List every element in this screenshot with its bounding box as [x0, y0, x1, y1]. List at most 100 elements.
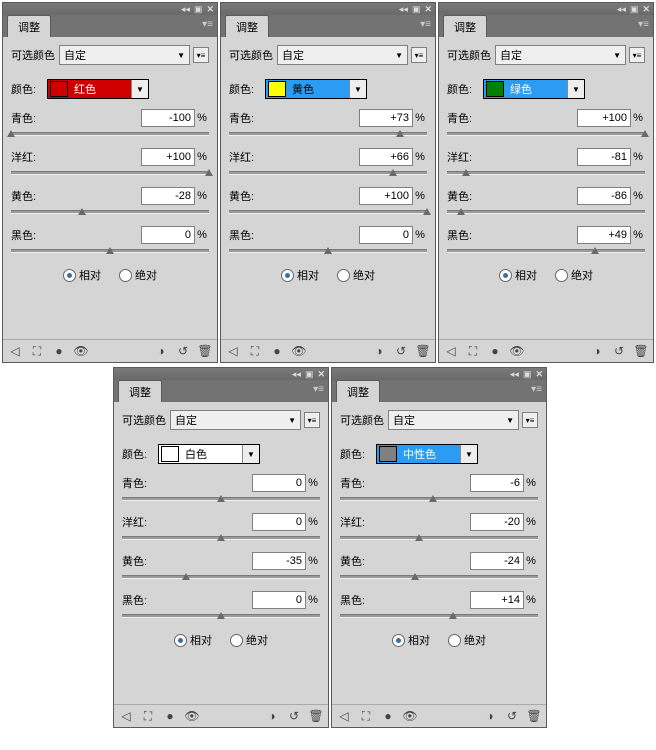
slider-value-input[interactable]: 0 — [141, 226, 195, 244]
slider-track[interactable] — [340, 497, 538, 501]
visibility-icon[interactable]: 👁 — [73, 343, 89, 359]
slider-thumb-icon[interactable] — [217, 612, 225, 619]
slider-value-input[interactable]: +100 — [577, 109, 631, 127]
slider-thumb-icon[interactable] — [591, 247, 599, 254]
radio-relative[interactable]: 相对 — [499, 267, 537, 283]
collapse-icon[interactable]: ◂◂ — [181, 5, 190, 14]
slider-value-input[interactable]: +14 — [470, 591, 524, 609]
layer-icon[interactable]: ● — [269, 343, 285, 359]
clip-icon[interactable]: ◑ — [589, 343, 605, 359]
minimize-icon[interactable]: ▣ — [412, 5, 421, 14]
radio-absolute[interactable]: 绝对 — [230, 632, 268, 648]
trash-icon[interactable]: 🗑 — [633, 343, 649, 359]
trash-icon[interactable]: 🗑 — [526, 708, 542, 724]
preset-select[interactable]: 自定 ▼ — [277, 45, 408, 65]
reset-icon[interactable]: ↺ — [611, 343, 627, 359]
radio-absolute[interactable]: 绝对 — [119, 267, 157, 283]
slider-track[interactable] — [11, 171, 209, 175]
slider-thumb-icon[interactable] — [7, 130, 15, 137]
close-icon[interactable]: ✕ — [535, 370, 543, 379]
color-select[interactable]: 白色 ▼ — [158, 444, 260, 464]
slider-track[interactable] — [447, 249, 645, 253]
tab-adjustments[interactable]: 调整 — [336, 380, 380, 402]
slider-track[interactable] — [229, 249, 427, 253]
layer-icon[interactable]: ● — [51, 343, 67, 359]
slider-value-input[interactable]: +66 — [359, 148, 413, 166]
slider-track[interactable] — [122, 497, 320, 501]
trash-icon[interactable]: 🗑 — [197, 343, 213, 359]
reset-icon[interactable]: ↺ — [286, 708, 302, 724]
radio-relative[interactable]: 相对 — [281, 267, 319, 283]
slider-value-input[interactable]: 0 — [359, 226, 413, 244]
slider-thumb-icon[interactable] — [106, 247, 114, 254]
slider-thumb-icon[interactable] — [217, 534, 225, 541]
minimize-icon[interactable]: ▣ — [305, 370, 314, 379]
panel-menu-icon[interactable]: ▾≡ — [313, 384, 324, 395]
slider-thumb-icon[interactable] — [429, 495, 437, 502]
slider-value-input[interactable]: 0 — [252, 591, 306, 609]
slider-value-input[interactable]: -35 — [252, 552, 306, 570]
collapse-icon[interactable]: ◂◂ — [292, 370, 301, 379]
close-icon[interactable]: ✕ — [206, 5, 214, 14]
panel-menu-icon[interactable]: ▾≡ — [202, 19, 213, 30]
slider-thumb-icon[interactable] — [641, 130, 649, 137]
slider-track[interactable] — [11, 210, 209, 214]
preset-menu-button[interactable]: ▾≡ — [304, 412, 320, 428]
clip-icon[interactable]: ◑ — [482, 708, 498, 724]
color-select[interactable]: 中性色 ▼ — [376, 444, 478, 464]
slider-thumb-icon[interactable] — [449, 612, 457, 619]
slider-track[interactable] — [122, 536, 320, 540]
slider-thumb-icon[interactable] — [182, 573, 190, 580]
reset-icon[interactable]: ↺ — [175, 343, 191, 359]
radio-absolute[interactable]: 绝对 — [337, 267, 375, 283]
slider-track[interactable] — [447, 132, 645, 136]
preset-select[interactable]: 自定 ▼ — [59, 45, 190, 65]
slider-value-input[interactable]: +100 — [141, 148, 195, 166]
slider-thumb-icon[interactable] — [457, 208, 465, 215]
slider-track[interactable] — [122, 614, 320, 618]
slider-track[interactable] — [122, 575, 320, 579]
collapse-icon[interactable]: ◂◂ — [617, 5, 626, 14]
tab-adjustments[interactable]: 调整 — [443, 15, 487, 37]
color-select[interactable]: 红色 ▼ — [47, 79, 149, 99]
tab-adjustments[interactable]: 调整 — [118, 380, 162, 402]
preset-select[interactable]: 自定 ▼ — [170, 410, 301, 430]
minimize-icon[interactable]: ▣ — [523, 370, 532, 379]
visibility-icon[interactable]: 👁 — [402, 708, 418, 724]
panel-menu-icon[interactable]: ▾≡ — [420, 19, 431, 30]
slider-track[interactable] — [11, 132, 209, 136]
slider-thumb-icon[interactable] — [389, 169, 397, 176]
radio-absolute[interactable]: 绝对 — [555, 267, 593, 283]
radio-relative[interactable]: 相对 — [174, 632, 212, 648]
back-icon[interactable]: ◁ — [118, 708, 134, 724]
slider-track[interactable] — [11, 249, 209, 253]
color-select[interactable]: 黄色 ▼ — [265, 79, 367, 99]
slider-track[interactable] — [340, 536, 538, 540]
expand-icon[interactable]: ⛶ — [29, 343, 45, 359]
slider-value-input[interactable]: -86 — [577, 187, 631, 205]
radio-absolute[interactable]: 绝对 — [448, 632, 486, 648]
close-icon[interactable]: ✕ — [317, 370, 325, 379]
reset-icon[interactable]: ↺ — [393, 343, 409, 359]
slider-track[interactable] — [447, 171, 645, 175]
slider-track[interactable] — [340, 614, 538, 618]
close-icon[interactable]: ✕ — [642, 5, 650, 14]
preset-menu-button[interactable]: ▾≡ — [522, 412, 538, 428]
clip-icon[interactable]: ◑ — [264, 708, 280, 724]
slider-value-input[interactable]: +73 — [359, 109, 413, 127]
panel-menu-icon[interactable]: ▾≡ — [531, 384, 542, 395]
slider-value-input[interactable]: -20 — [470, 513, 524, 531]
expand-icon[interactable]: ⛶ — [140, 708, 156, 724]
slider-track[interactable] — [229, 132, 427, 136]
slider-track[interactable] — [229, 210, 427, 214]
layer-icon[interactable]: ● — [162, 708, 178, 724]
back-icon[interactable]: ◁ — [7, 343, 23, 359]
slider-track[interactable] — [447, 210, 645, 214]
visibility-icon[interactable]: 👁 — [509, 343, 525, 359]
collapse-icon[interactable]: ◂◂ — [510, 370, 519, 379]
slider-thumb-icon[interactable] — [462, 169, 470, 176]
slider-thumb-icon[interactable] — [205, 169, 213, 176]
preset-menu-button[interactable]: ▾≡ — [629, 47, 645, 63]
radio-relative[interactable]: 相对 — [392, 632, 430, 648]
slider-track[interactable] — [340, 575, 538, 579]
